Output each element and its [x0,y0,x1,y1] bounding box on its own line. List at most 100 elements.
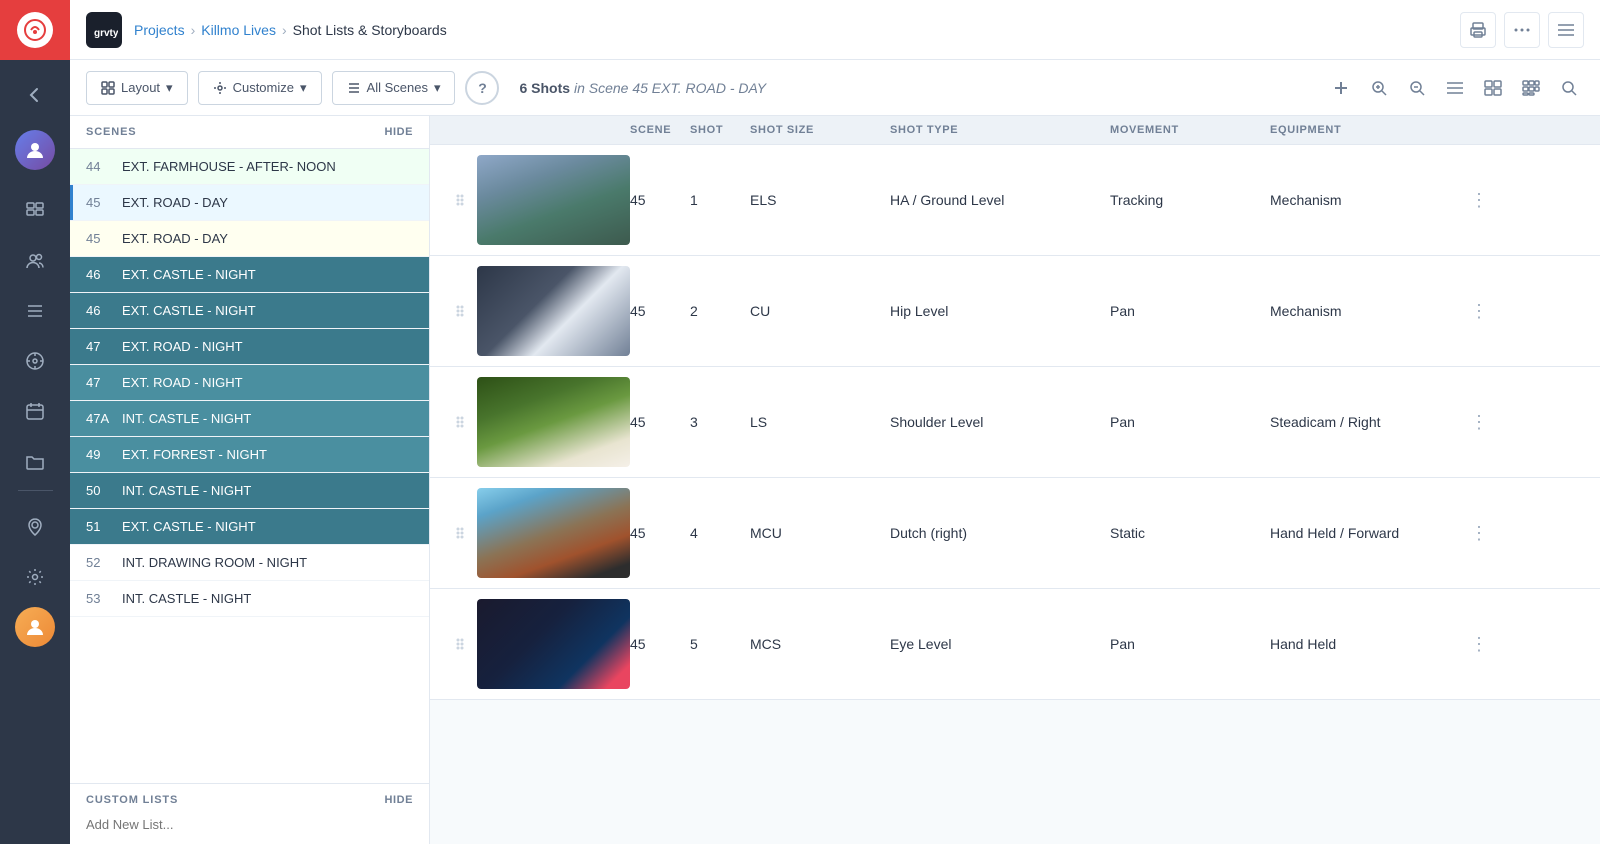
scenes-hide-button[interactable]: HIDE [385,126,413,138]
shot-movement-4: Static [1110,525,1270,541]
scene-item-45-a[interactable]: 45 EXT. ROAD - DAY [70,185,429,221]
scene-item-46-b[interactable]: 46 EXT. CASTLE - NIGHT [70,293,429,329]
drag-handle-2[interactable] [450,303,469,319]
scene-item-47-b[interactable]: 47 EXT. ROAD - NIGHT [70,365,429,401]
shot-more-2[interactable]: ⋮ [1470,301,1510,322]
shot-equipment-4: Hand Held / Forward [1270,525,1470,541]
shot-more-4[interactable]: ⋮ [1470,523,1510,544]
scenes-label: SCENES [86,126,137,138]
customize-button[interactable]: Customize ▾ [198,71,322,105]
settings-icon-btn[interactable] [0,552,70,602]
app-logo [17,12,53,48]
print-button[interactable] [1460,12,1496,48]
people-icon-btn[interactable] [0,236,70,286]
nav-right [1460,12,1584,48]
shot-row-2: 45 2 CU Hip Level Pan Mechanism ⋮ [430,256,1600,367]
svg-text:grvty: grvty [94,28,118,39]
breadcrumb: Projects › Killmo Lives › Shot Lists & S… [134,22,447,38]
shot-row-5: 45 5 MCS Eye Level Pan Hand Held ⋮ [430,589,1600,700]
col-equipment: EQUIPMENT [1270,124,1470,136]
custom-lists-hide-button[interactable]: HIDE [385,794,413,806]
top-nav: grvty Projects › Killmo Lives › Shot Lis… [70,0,1600,60]
zoom-in-button[interactable] [1364,73,1394,103]
shot-row-1: 45 1 ELS HA / Ground Level Tracking Mech… [430,145,1600,256]
shot-row-3: 45 3 LS Shoulder Level Pan Steadicam / R… [430,367,1600,478]
drag-handle-5[interactable] [450,636,469,652]
shot-equipment-3: Steadicam / Right [1270,414,1470,430]
user-avatar-top[interactable] [15,130,55,170]
shot-thumbnail-3 [450,377,630,467]
storyboard-icon-btn[interactable] [0,186,70,236]
shot-scene-2: 45 [630,303,690,319]
layout-button[interactable]: Layout ▾ [86,71,188,105]
back-icon-btn[interactable] [0,70,70,120]
thumbnail-img-3 [477,377,630,467]
dots-button[interactable] [1504,12,1540,48]
add-button[interactable] [1326,73,1356,103]
thumbnail-img-5 [477,599,630,689]
view-module-button[interactable] [1516,73,1546,103]
add-list-input[interactable] [86,817,413,832]
shot-more-5[interactable]: ⋮ [1470,634,1510,655]
view-list-button[interactable] [1440,73,1470,103]
shot-size-4: MCU [750,525,890,541]
scene-item-49[interactable]: 49 EXT. FORREST - NIGHT [70,437,429,473]
shot-num-1: 1 [690,192,750,208]
col-shot-size: SHOT SIZE [750,124,890,136]
shot-row-4: 45 4 MCU Dutch (right) Static Hand Held … [430,478,1600,589]
toolbar: Layout ▾ Customize ▾ All Scenes ▾ ? 6 Sh… [70,60,1600,116]
folder-icon-btn[interactable] [0,436,70,486]
shot-size-5: MCS [750,636,890,652]
scene-item-47a[interactable]: 47A INT. CASTLE - NIGHT [70,401,429,437]
user-avatar-bottom[interactable] [0,602,70,652]
sidebar-icons [0,60,70,672]
help-button[interactable]: ? [465,71,499,105]
menu-button[interactable] [1548,12,1584,48]
location-icon-btn[interactable] [0,502,70,552]
scenes-panel-header: SCENES HIDE [70,116,429,149]
scene-item-46-a[interactable]: 46 EXT. CASTLE - NIGHT [70,257,429,293]
scene-item-45-b[interactable]: 45 EXT. ROAD - DAY [70,221,429,257]
shot-movement-2: Pan [1110,303,1270,319]
col-shot: SHOT [690,124,750,136]
drag-handle-3[interactable] [450,414,469,430]
logo-area [0,0,70,60]
calendar-icon-btn[interactable] [0,386,70,436]
shot-more-1[interactable]: ⋮ [1470,190,1510,211]
search-button[interactable] [1554,73,1584,103]
scene-count: 6 Shots in Scene 45 EXT. ROAD - DAY [519,80,766,96]
scene-item-51[interactable]: 51 EXT. CASTLE - NIGHT [70,509,429,545]
shot-equipment-5: Hand Held [1270,636,1470,652]
scene-item-50[interactable]: 50 INT. CASTLE - NIGHT [70,473,429,509]
breadcrumb-project[interactable]: Killmo Lives [201,22,276,38]
list-icon-btn[interactable] [0,286,70,336]
view-grid-button[interactable] [1478,73,1508,103]
shot-list-header: SCENE SHOT SHOT SIZE SHOT TYPE MOVEMENT … [430,116,1600,145]
scene-item-52[interactable]: 52 INT. DRAWING ROOM - NIGHT [70,545,429,581]
zoom-out-button[interactable] [1402,73,1432,103]
shot-thumbnail-1 [450,155,630,245]
shot-size-1: ELS [750,192,890,208]
shot-scene-3: 45 [630,414,690,430]
shot-more-3[interactable]: ⋮ [1470,412,1510,433]
drag-handle-4[interactable] [450,525,469,541]
wheel-icon-btn[interactable] [0,336,70,386]
shot-size-3: LS [750,414,890,430]
shot-scene-1: 45 [630,192,690,208]
scene-item-53[interactable]: 53 INT. CASTLE - NIGHT [70,581,429,617]
breadcrumb-projects[interactable]: Projects [134,22,185,38]
shot-thumbnail-5 [450,599,630,689]
thumbnail-img-4 [477,488,630,578]
scene-item-44[interactable]: 44 EXT. FARMHOUSE - AFTER- NOON [70,149,429,185]
drag-handle-1[interactable] [450,192,469,208]
col-thumbnail [450,124,630,136]
breadcrumb-sep1: › [191,22,196,38]
shot-movement-3: Pan [1110,414,1270,430]
shot-type-1: HA / Ground Level [890,192,1110,208]
scene-item-47-a[interactable]: 47 EXT. ROAD - NIGHT [70,329,429,365]
shot-type-3: Shoulder Level [890,414,1110,430]
toolbar-right [1326,73,1584,103]
custom-lists-section: CUSTOM LISTS HIDE [70,783,429,844]
all-scenes-button[interactable]: All Scenes ▾ [332,71,456,105]
shot-equipment-1: Mechanism [1270,192,1470,208]
